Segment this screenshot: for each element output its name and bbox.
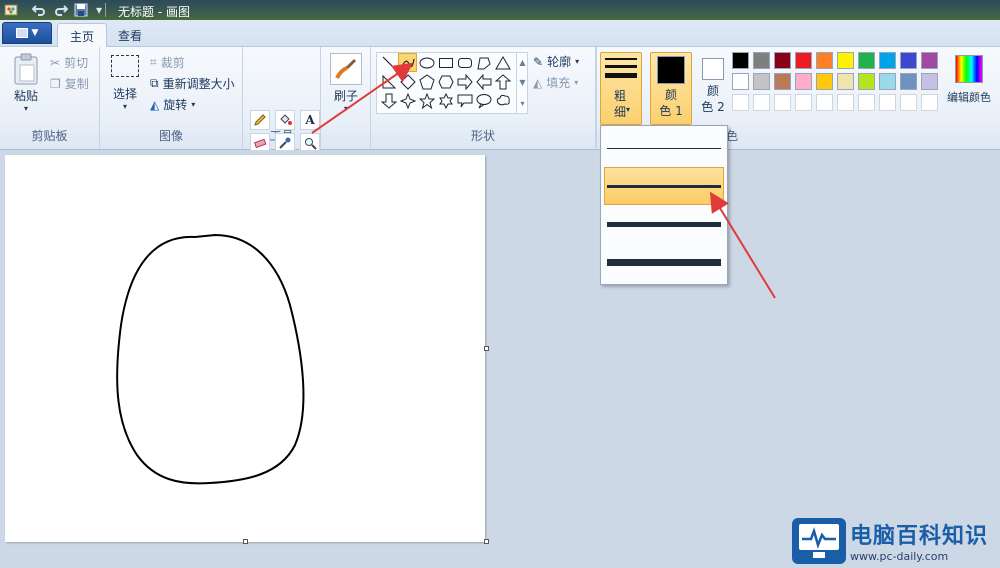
outline-button[interactable]: ✎ 轮廓 ▾ [533, 53, 579, 70]
triangle-shape-icon[interactable] [493, 53, 512, 72]
diamond-shape-icon[interactable] [398, 72, 417, 91]
hexagon-shape-icon[interactable] [436, 72, 455, 91]
tab-home[interactable]: 主页 [57, 23, 108, 48]
rotate-icon: ◭ [150, 97, 160, 112]
fill-icon: ◭ [533, 75, 543, 90]
resize-handle-right[interactable] [484, 346, 489, 351]
paste-label: 粘贴 [13, 89, 38, 103]
arrow-right-shape-icon[interactable] [455, 72, 474, 91]
four-point-star-shape-icon[interactable] [398, 91, 417, 110]
size-option-2[interactable] [604, 167, 724, 205]
five-point-star-shape-icon[interactable] [417, 91, 436, 110]
fill-bucket-icon[interactable] [275, 110, 295, 130]
clipboard-group-label: 剪贴板 [31, 129, 68, 143]
watermark-url: www.pc-daily.com [850, 550, 949, 563]
resize-handle-corner[interactable] [484, 539, 489, 544]
ribbon: 粘贴 ▾ ✂ 剪切 ❐ 复制 剪贴板 选择 ▾ ⌗ 裁剪 ⧉ 重新调整大小 ◭ 旋转 ▾ 图… [0, 47, 1000, 153]
monitor-logo-icon [792, 518, 846, 564]
size-dropdown [600, 125, 728, 285]
watermark-brand: 电脑百科知识 [850, 524, 989, 549]
arrow-left-shape-icon[interactable] [474, 72, 493, 91]
image-group-label: 图像 [158, 129, 183, 143]
resize-button[interactable]: ⧉ 重新调整大小 [150, 75, 235, 92]
pentagon-shape-icon[interactable] [417, 72, 436, 91]
size-option-1[interactable] [604, 129, 724, 167]
oval-callout-shape-icon[interactable] [474, 91, 493, 110]
size-label-2: 细 [614, 105, 627, 119]
selection-icon [111, 55, 139, 77]
cut-button[interactable]: ✂ 剪切 [50, 54, 88, 71]
size-button[interactable]: 粗 细 ▾ [600, 52, 642, 125]
rect-callout-shape-icon[interactable] [455, 91, 474, 110]
ribbon-tab-bar: ▼ 主页 查看 [0, 20, 1000, 48]
select-button[interactable]: 选择 ▾ [108, 55, 142, 111]
drawn-oval [116, 233, 305, 485]
tab-view[interactable]: 查看 [106, 23, 154, 47]
rounded-rectangle-shape-icon[interactable] [455, 53, 474, 72]
colors-group: 颜色 [714, 47, 1000, 148]
chevron-down-icon: ▾ [343, 104, 348, 113]
resize-handle-bottom[interactable] [243, 539, 248, 544]
paste-button[interactable]: 粘贴 ▾ [8, 53, 44, 113]
size-label-1: 粗 [614, 89, 627, 103]
oval-shape-icon[interactable] [417, 53, 436, 72]
curve-shape-icon[interactable] [398, 53, 417, 72]
color1-swatch [657, 56, 685, 84]
chevron-down-icon: ▾ [191, 100, 196, 109]
title-bar: ▾ 无标题 - 画图 [0, 0, 1000, 20]
undo-icon[interactable] [30, 2, 48, 18]
pencil-icon[interactable] [250, 110, 270, 130]
rectangle-shape-icon[interactable] [436, 53, 455, 72]
fill-button[interactable]: ◭ 填充 ▾ [533, 74, 578, 91]
tools-grid: A [250, 110, 322, 153]
resize-icon: ⧉ [150, 76, 159, 90]
brushes-group: 刷子 ▾ [321, 47, 371, 148]
redo-icon[interactable] [52, 2, 70, 18]
chevron-down-icon: ▾ [23, 104, 28, 113]
document-icon [15, 28, 28, 38]
gallery-more-icon[interactable]: ▾ [520, 99, 524, 108]
copy-icon: ❐ [50, 76, 61, 91]
arrow-up-shape-icon[interactable] [493, 72, 512, 91]
chevron-down-icon: ▾ [574, 78, 579, 87]
outline-icon: ✎ [533, 54, 544, 69]
color2-swatch [702, 58, 724, 80]
save-icon[interactable] [72, 2, 90, 18]
watermark: 电脑百科知识 www.pc-daily.com [790, 512, 1000, 568]
drawing-canvas[interactable] [5, 155, 485, 542]
crop-button[interactable]: ⌗ 裁剪 [150, 54, 185, 71]
brushes-button[interactable]: 刷子 ▾ [329, 53, 363, 113]
text-tool-icon[interactable]: A [300, 110, 320, 130]
size-option-4[interactable] [604, 243, 724, 281]
copy-button[interactable]: ❐ 复制 [50, 75, 89, 92]
chevron-down-icon[interactable]: ▼ [519, 78, 525, 87]
line-shape-icon[interactable] [379, 53, 398, 72]
image-group: 选择 ▾ ⌗ 裁剪 ⧉ 重新调整大小 ◭ 旋转 ▾ 图像 [100, 47, 243, 148]
polygon-shape-icon[interactable] [474, 53, 493, 72]
window-title: 无标题 - 画图 [118, 5, 190, 19]
size-option-3[interactable] [604, 205, 724, 243]
shapes-gallery-scroll[interactable]: ▲ ▼ ▾ [516, 52, 528, 114]
app-icon [2, 2, 20, 18]
chevron-down-icon: ▾ [122, 102, 127, 111]
arrow-down-shape-icon[interactable] [379, 91, 398, 110]
chevron-down-icon: ▾ [626, 105, 631, 114]
chevron-down-icon: ▼ [31, 28, 39, 38]
crop-icon: ⌗ [150, 55, 157, 69]
clipboard-group: 粘贴 ▾ ✂ 剪切 ❐ 复制 剪贴板 [0, 47, 100, 148]
shapes-grid [379, 53, 514, 111]
right-triangle-shape-icon[interactable] [379, 72, 398, 91]
clipboard-icon [14, 53, 38, 85]
scissors-icon: ✂ [50, 55, 61, 70]
cloud-callout-shape-icon[interactable] [493, 91, 512, 110]
file-menu-button[interactable]: ▼ [2, 22, 52, 44]
shapes-group-label: 形状 [470, 129, 495, 143]
chevron-up-icon[interactable]: ▲ [519, 58, 525, 67]
six-point-star-shape-icon[interactable] [436, 91, 455, 110]
brush-icon [330, 53, 362, 85]
color1-button[interactable]: 颜 色 1 [650, 52, 692, 125]
chevron-down-icon: ▾ [575, 57, 580, 66]
rotate-button[interactable]: ◭ 旋转 ▾ [150, 96, 195, 113]
